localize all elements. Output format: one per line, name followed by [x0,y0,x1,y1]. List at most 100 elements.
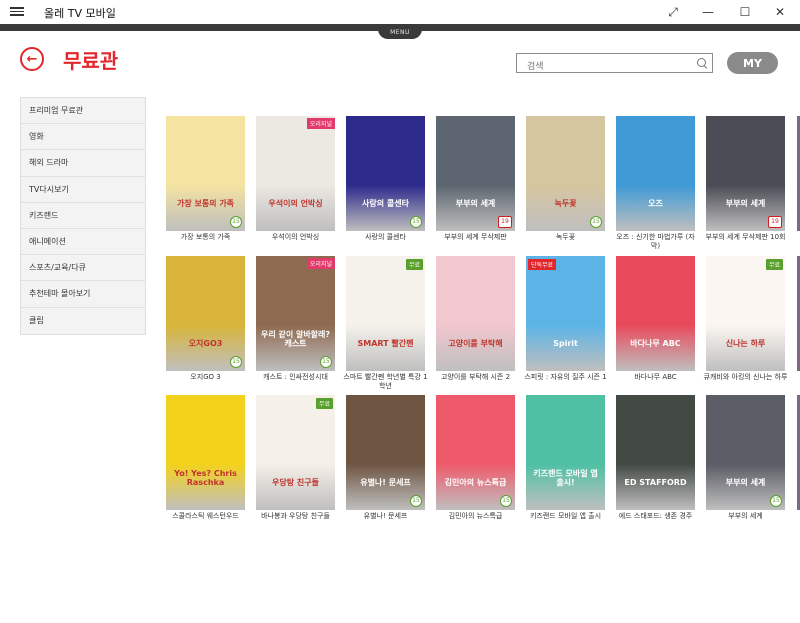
content-caption: 부부의 세계 무삭제판 10회 [705,233,786,241]
content-caption: 사랑의 콜센타 [365,233,406,241]
poster-image[interactable]: 바다나무 ABC [616,256,695,371]
content-grid: 가장 보통의 가족 15 가장 보통의 가족 우석이의 언박싱 오리지널 우석이의 언박싱… [166,116,800,536]
age-rating-badge: 15 [410,216,422,228]
poster-image[interactable]: 부부의 세계 15 [706,395,785,510]
minimize-icon[interactable]: — [690,0,726,24]
content-caption: 키즈랜드 모바일 앱 출시 [529,512,602,520]
back-icon[interactable]: ← [20,47,44,71]
content-caption: 스피릿 : 자유의 질주 시즌 1 [524,373,607,381]
content-caption: 녹두꽃 [555,233,576,241]
poster-image[interactable]: 우당탕 친구들 무료 [256,395,335,510]
content-caption: 에드 스태포드: 생존 경주 [618,512,693,520]
poster-image[interactable]: 우석이의 언박싱 오리지널 [256,116,335,231]
adult-rating-badge: 19 [498,216,512,228]
exclusive-badge: 단독무료 [528,259,557,270]
poster-image[interactable]: 우리 같이 알바할래? 캐스트 오리지널 15 [256,256,335,371]
age-rating-badge: 15 [500,495,512,507]
poster-title-art: Yo! Yes? Chris Raschka [174,469,237,488]
poster-image[interactable]: SMART 빨간펜 무료 [346,256,425,371]
sidebar-item-theme[interactable]: 추천테마 몰아보기 [21,281,145,308]
poster-title-art: 우리 같이 알바할래? 캐스트 [260,330,331,349]
poster-image[interactable]: 유별나! 문세프 15 [346,395,425,510]
age-rating-badge: 15 [770,495,782,507]
poster-title-art: SMART 빨간펜 [357,339,414,349]
sidebar: 프리미엄 무료관 영화 해외 드라마 TV다시보기 키즈랜드 애니메이션 스포츠… [20,97,146,335]
content-caption: 유별나! 문세프 [363,512,408,520]
sidebar-item-animation[interactable]: 애니메이션 [21,229,145,256]
poster-title-art: 우당탕 친구들 [272,478,319,488]
content-caption: 우석이의 언박싱 [271,233,320,241]
age-rating-badge: 15 [230,216,242,228]
poster-title-art: 유별나! 문세프 [360,478,411,488]
content-caption: 바다나무 ABC [634,373,677,381]
poster-title-art: 부부의 세계 [725,199,766,209]
content-caption: 가장 보통의 가족 [180,233,231,241]
free-badge: 무료 [765,259,783,270]
content-caption: 고양이를 부탁해 시즌 2 [440,373,511,381]
poster-title-art: 가장 보통의 가족 [176,199,235,209]
poster-title-art: Spirit [553,339,578,349]
poster-title-art: 오즈 [648,199,663,209]
content-caption: 스콜라스틱 웨스턴우드 [172,512,239,520]
sidebar-item-sports[interactable]: 스포츠/교육/다큐 [21,255,145,282]
sidebar-item-clip[interactable]: 클립 [21,308,145,334]
title-bar: 올레 TV 모바일 ⤢ — ☐ ✕ [0,0,800,24]
original-badge: 오리지널 [306,118,335,129]
poster-image[interactable]: 키즈랜드 모바일 앱 출시! [526,395,605,510]
poster-image[interactable]: 사랑의 콜센타 15 [346,116,425,231]
poster-title-art: 바다나무 ABC [630,339,681,349]
poster-image[interactable]: 오지GO3 15 [166,256,245,371]
poster-title-art: 고양이를 부탁해 [448,339,503,349]
sidebar-item-tv-replay[interactable]: TV다시보기 [21,177,145,203]
age-rating-badge: 15 [230,356,242,368]
close-icon[interactable]: ✕ [762,0,798,24]
poster-title-art: 오지GO3 [188,339,223,349]
free-badge: 무료 [405,259,423,270]
poster-image[interactable]: 녹두꽃 15 [526,116,605,231]
sidebar-item-premium[interactable]: 프리미엄 무료관 [21,98,145,125]
poster-title-art: 우석이의 언박싱 [268,199,323,209]
content-caption: 부부의 세계 [728,512,763,520]
poster-image[interactable]: Spirit 단독무료 [526,256,605,371]
content-caption: 오지GO 3 [190,373,221,381]
app-title: 올레 TV 모바일 [44,7,116,20]
content-caption: 스마트 빨간펜 학년별 특강 1학년 [343,373,428,390]
original-badge: 오리지널 [306,258,335,269]
poster-image[interactable]: 오즈 [616,116,695,231]
poster-image[interactable]: 김민아의 뉴스특급 15 [436,395,515,510]
content-caption: 큐캐비와 아킹의 신나는 하루 [703,373,788,381]
adult-rating-badge: 19 [768,216,782,228]
poster-image[interactable]: 부부의 세계 19 [436,116,515,231]
sidebar-item-foreign-drama[interactable]: 해외 드라마 [21,150,145,177]
poster-title-art: 녹두꽃 [554,199,577,209]
poster-image[interactable]: 가장 보통의 가족 15 [166,116,245,231]
content-caption: 캐스트 : 인싸전성시대 [263,373,328,381]
search-box[interactable] [516,53,713,76]
poster-title-art: 사랑의 콜센타 [362,199,409,209]
content-caption: 오즈 : 신기한 마법가루 (자막) [616,233,695,250]
free-badge: 무료 [315,398,333,409]
poster-title-art: 김민아의 뉴스특급 [444,478,507,488]
poster-image[interactable]: 부부의 세계 19 [706,116,785,231]
poster-image[interactable]: 신나는 하루 무료 [706,256,785,371]
poster-title-art: ED STAFFORD [624,478,687,488]
poster-title-art: 신나는 하루 [725,339,766,349]
poster-title-art: 키즈랜드 모바일 앱 출시! [533,469,598,488]
my-button[interactable]: MY [727,52,778,74]
menu-tab[interactable]: MENU [378,27,422,39]
poster-title-art: 부부의 세계 [725,478,766,488]
content-caption: 김민아의 뉴스특급 [448,512,503,520]
page-title: 무료관 [63,49,119,73]
poster-image[interactable]: 고양이를 부탁해 [436,256,515,371]
sidebar-item-movie[interactable]: 영화 [21,124,145,151]
age-rating-badge: 15 [410,495,422,507]
search-icon[interactable] [697,58,706,67]
poster-image[interactable]: Yo! Yes? Chris Raschka [166,395,245,510]
sidebar-item-kidsland[interactable]: 키즈랜드 [21,203,145,229]
hamburger-icon[interactable] [10,5,24,19]
maximize-icon[interactable]: ☐ [727,0,763,24]
resize-icon[interactable]: ⤢ [655,0,691,24]
search-input[interactable] [517,58,687,76]
content-caption: 부부의 세계 무삭제판 [444,233,507,241]
poster-image[interactable]: ED STAFFORD [616,395,695,510]
